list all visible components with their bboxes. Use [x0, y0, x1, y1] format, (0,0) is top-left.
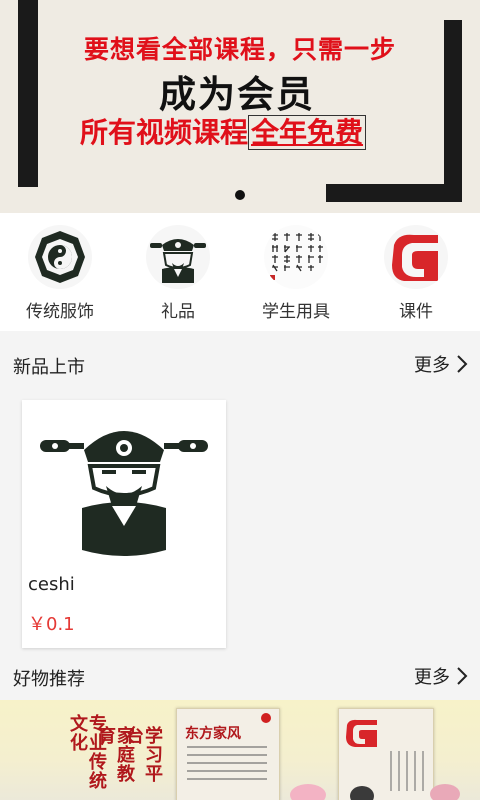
banner-subtitle-prefix: 所有视频课程: [80, 116, 249, 149]
category-label: 礼品: [161, 302, 195, 322]
promo-scroll-card-2: [338, 708, 434, 800]
category-gifts[interactable]: 礼品: [118, 225, 238, 322]
seal-dot-icon: [261, 713, 271, 723]
chevron-right-icon: [457, 355, 468, 373]
category-traditional-clothing[interactable]: 传统服饰: [0, 225, 120, 322]
category-row: 传统服饰 礼品 学生用具 课件: [0, 213, 480, 331]
product-name: ceshi: [28, 574, 75, 595]
recommend-title: 好物推荐: [13, 669, 85, 690]
category-label: 课件: [399, 302, 433, 322]
carousel-indicator[interactable]: [235, 190, 245, 200]
bagua-icon: [28, 225, 92, 289]
lotus-decoration-icon: [430, 784, 460, 800]
calligraphy-icon: [264, 225, 328, 289]
banner-title: 成为会员: [159, 73, 315, 116]
red-seal-icon: [346, 719, 377, 747]
product-card[interactable]: ceshi ￥0.1: [22, 400, 226, 648]
red-seal-icon: [384, 225, 448, 289]
new-arrivals-header: 新品上市 更多: [0, 343, 480, 383]
calligraphy-lines-icon: [187, 746, 267, 780]
membership-banner[interactable]: 要想看全部课程，只需一步 成为会员 所有视频课程 全年免费: [0, 0, 480, 213]
category-label: 传统服饰: [26, 302, 94, 322]
product-image: [32, 410, 216, 560]
banner-subtitle: 所有视频课程 全年免费: [80, 111, 410, 151]
new-arrivals-more-button[interactable]: 更多: [414, 351, 468, 377]
chevron-right-icon: [457, 667, 468, 685]
promo-text-3: 学习平台: [123, 726, 163, 783]
category-student-supplies[interactable]: 学生用具: [236, 225, 356, 322]
product-price: ￥0.1: [28, 614, 75, 635]
more-label: 更多: [414, 667, 450, 688]
category-courseware[interactable]: 课件: [356, 225, 476, 322]
promo-scroll-card-1: 东方家风: [176, 708, 280, 800]
more-label: 更多: [414, 355, 450, 376]
lotus-decoration-icon: [290, 784, 326, 800]
recommend-more-button[interactable]: 更多: [414, 663, 468, 689]
recommend-header: 好物推荐 更多: [0, 655, 480, 695]
banner-headline: 要想看全部课程，只需一步: [83, 35, 396, 64]
banner-frame-bottom: [326, 184, 462, 202]
promo-banner[interactable]: 专业传统文化 家庭教育 学习平台 东方家风: [0, 700, 480, 800]
scholar-figure-icon: [146, 225, 210, 289]
category-label: 学生用具: [262, 302, 330, 322]
promo-card-title: 东方家风: [185, 726, 241, 742]
ink-decoration-icon: [350, 786, 374, 800]
banner-subtitle-highlight: 全年免费: [248, 115, 367, 150]
new-arrivals-title: 新品上市: [13, 357, 85, 378]
